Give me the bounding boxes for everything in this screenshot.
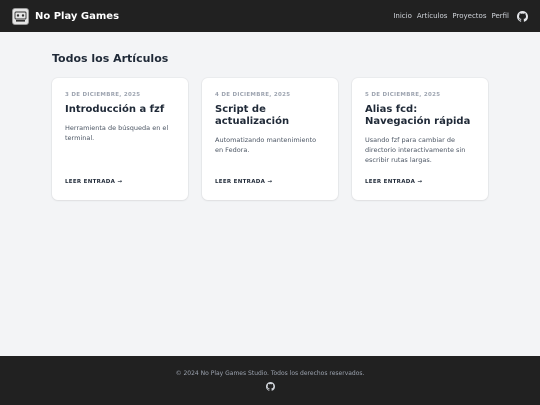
- nav-link-perfil[interactable]: Perfil: [491, 12, 509, 20]
- article-description: Herramienta de búsqueda en el terminal.: [65, 124, 169, 142]
- article-date: 3 DE DICIEMBRE, 2025: [65, 92, 141, 98]
- article-date: 5 DE DICIEMBRE, 2025: [365, 92, 441, 98]
- page-title: Todos los Artículos: [52, 52, 169, 65]
- copyright-text: © 2024 No Play Games Studio. Todos los d…: [175, 370, 365, 377]
- github-icon[interactable]: [517, 10, 528, 22]
- article-description: Automatizando mantenimiento en Fedora.: [215, 136, 317, 154]
- site-header: No Play Games Inicio Artículos Proyectos…: [0, 0, 540, 32]
- main-nav: Inicio Artículos Proyectos Perfil: [388, 10, 528, 22]
- article-card[interactable]: 5 DE DICIEMBRE, 2025 Alias fcd: Navegaci…: [352, 78, 488, 200]
- read-more-link[interactable]: LEER ENTRADA →: [215, 179, 272, 185]
- brand-logo-icon[interactable]: [12, 7, 29, 25]
- article-list: 3 DE DICIEMBRE, 2025 Introducción a fzf …: [52, 78, 492, 202]
- article-date: 4 DE DICIEMBRE, 2025: [215, 92, 291, 98]
- article-card[interactable]: 3 DE DICIEMBRE, 2025 Introducción a fzf …: [52, 78, 188, 200]
- article-title[interactable]: Introducción a fzf: [65, 104, 175, 116]
- nav-link-inicio[interactable]: Inicio: [393, 12, 412, 20]
- site-footer: © 2024 No Play Games Studio. Todos los d…: [0, 356, 540, 405]
- articles-section: Todos los Artículos 3 DE DICIEMBRE, 2025…: [52, 52, 492, 202]
- read-more-link[interactable]: LEER ENTRADA →: [65, 179, 122, 185]
- article-title[interactable]: Script de actualización: [215, 104, 325, 128]
- github-icon[interactable]: [265, 382, 275, 391]
- nav-link-articulos[interactable]: Artículos: [417, 12, 448, 20]
- article-card[interactable]: 4 DE DICIEMBRE, 2025 Script de actualiza…: [202, 78, 338, 200]
- nav-link-proyectos[interactable]: Proyectos: [452, 12, 486, 20]
- article-title[interactable]: Alias fcd: Navegación rápida: [365, 104, 475, 128]
- site-title[interactable]: No Play Games: [35, 11, 119, 22]
- read-more-link[interactable]: LEER ENTRADA →: [365, 179, 422, 185]
- article-description: Usando fzf para cambiar de directorio in…: [365, 136, 466, 164]
